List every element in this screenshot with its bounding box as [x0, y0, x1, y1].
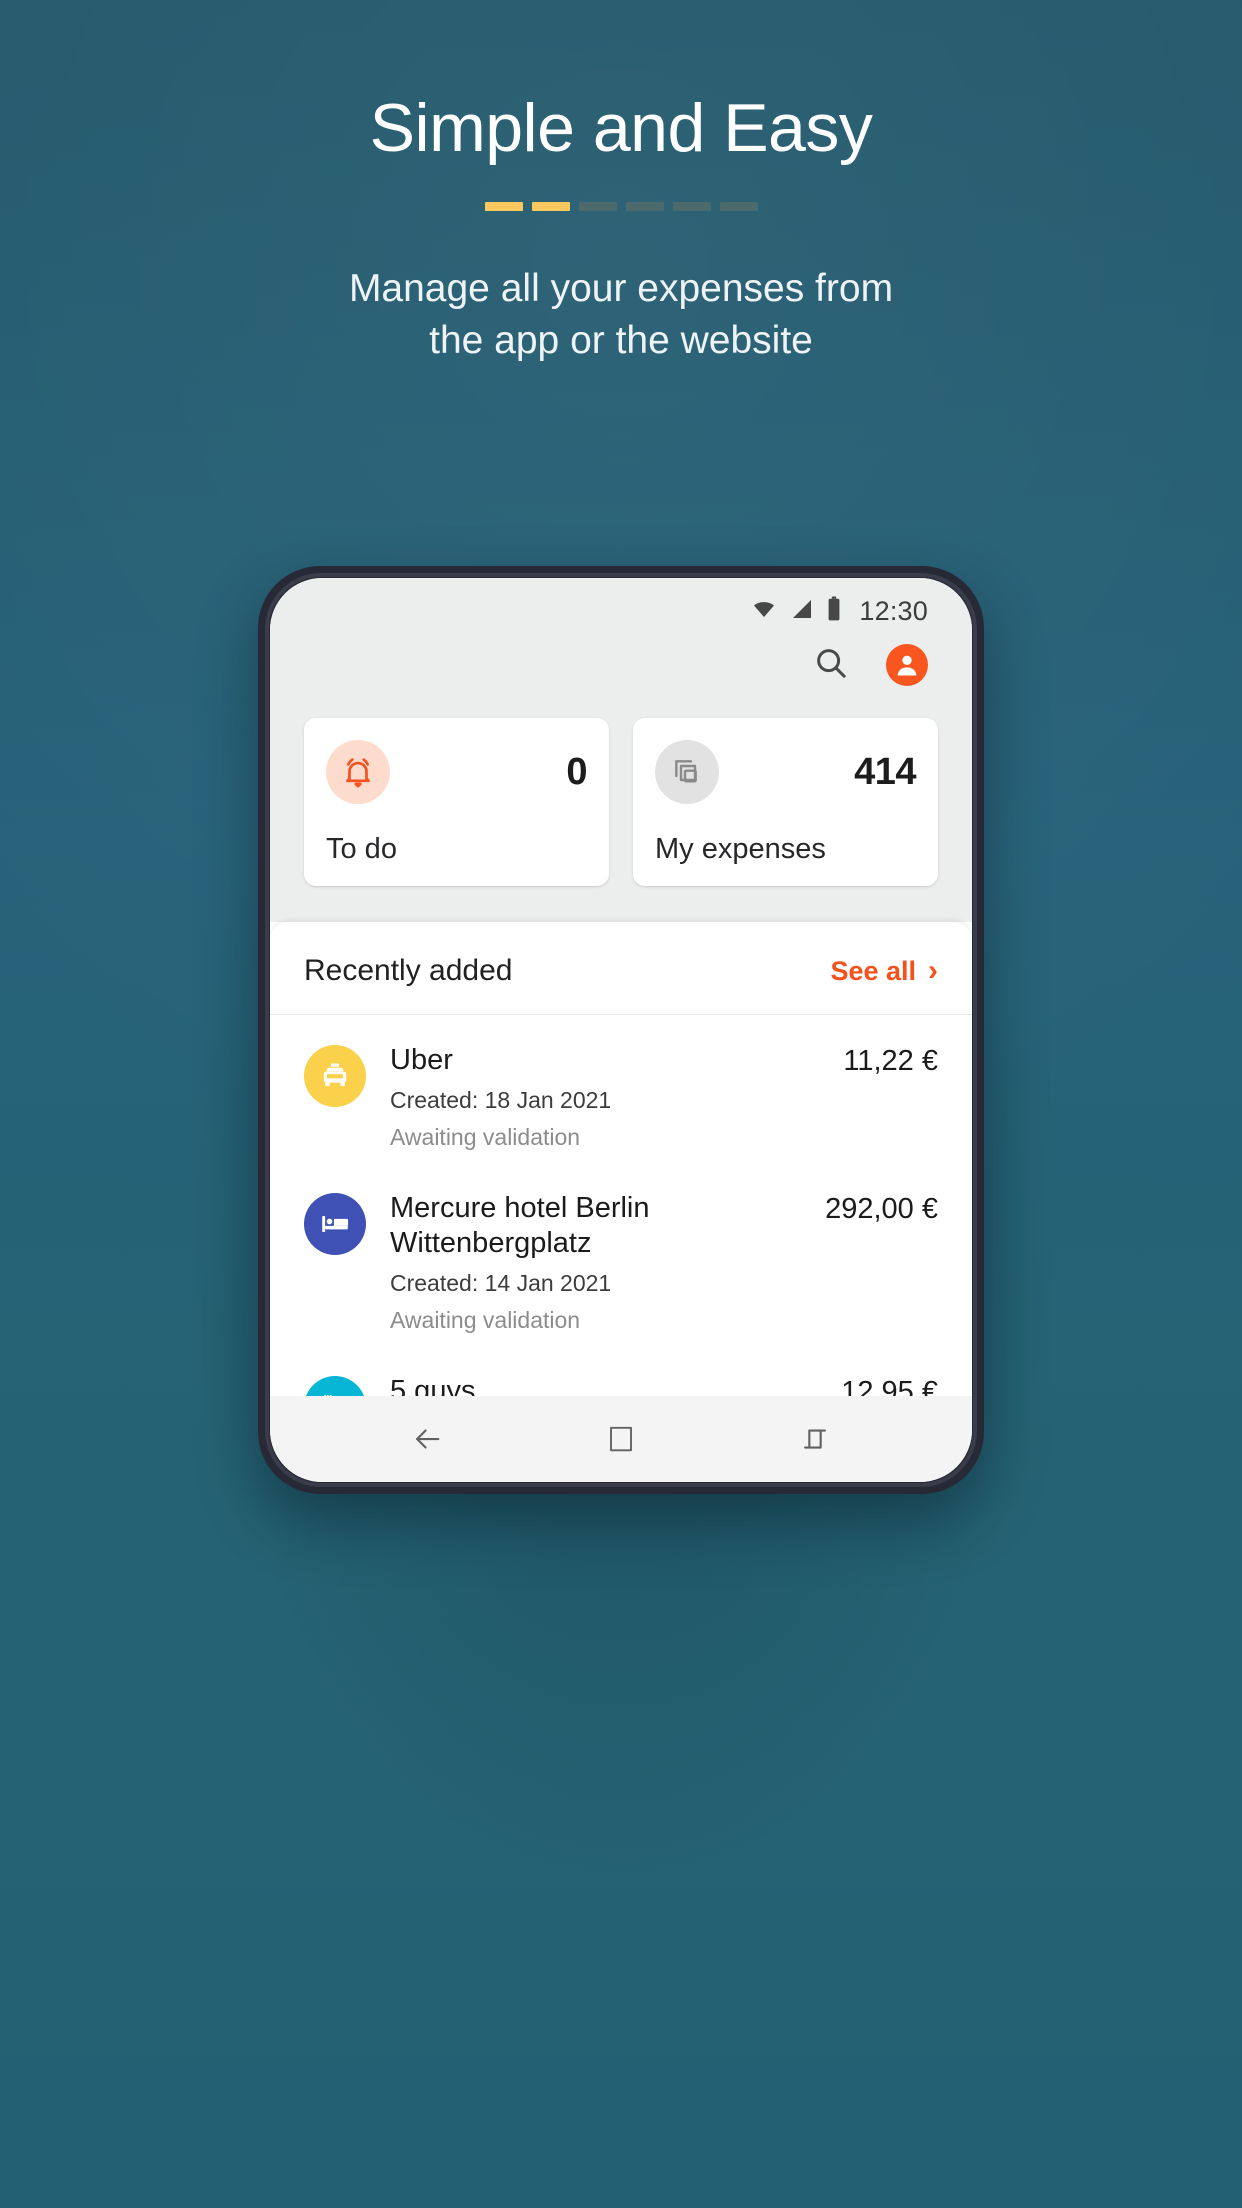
recently-added-header: Recently added See all › — [270, 922, 972, 1015]
stat-card-my-expenses[interactable]: 414 My expenses — [633, 718, 938, 886]
page-title: Simple and Easy — [369, 90, 873, 166]
expense-amount: 292,00 € — [825, 1193, 938, 1225]
promo-subtitle: Manage all your expenses from the app or… — [0, 263, 1242, 367]
expense-name: Uber — [390, 1044, 453, 1076]
status-bar: 12:30 — [270, 578, 972, 634]
chevron-right-icon: › — [928, 954, 938, 987]
expense-amount: 11,22 € — [843, 1045, 938, 1077]
stat-cards: 0 To do 414 My expenses — [270, 696, 972, 922]
account-avatar-icon[interactable] — [886, 644, 928, 686]
stat-card-todo[interactable]: 0 To do — [304, 718, 609, 886]
status-bar-clock: 12:30 — [859, 595, 928, 626]
expense-amount: 12,95 € — [841, 1376, 938, 1396]
see-all-link[interactable]: See all › — [830, 956, 938, 987]
stat-card-todo-label: To do — [326, 833, 397, 865]
wifi-icon — [749, 597, 779, 626]
progress-indicator — [0, 202, 1242, 211]
home-square-icon[interactable] — [576, 1409, 666, 1469]
list-item[interactable]: Uber 11,22 € Created: 18 Jan 2021 Awaiti… — [270, 1021, 972, 1169]
battery-icon — [825, 596, 843, 627]
expense-list: Uber 11,22 € Created: 18 Jan 2021 Awaiti… — [270, 1015, 972, 1396]
android-nav-bar — [270, 1396, 972, 1482]
list-item[interactable]: 5 guys 12,95 € Created: 14 Jan 2021 Awai… — [270, 1352, 972, 1396]
progress-segment-5 — [672, 202, 711, 211]
progress-segment-3 — [578, 202, 617, 211]
progress-segment-6 — [719, 202, 758, 211]
stat-card-my-expenses-label: My expenses — [655, 833, 826, 865]
promo-subtitle-line-2: the app or the website — [429, 319, 813, 362]
expense-created-date: Created: 18 Jan 2021 — [390, 1087, 612, 1113]
expense-created-date: Created: 14 Jan 2021 — [390, 1270, 612, 1296]
see-all-label: See all — [830, 955, 916, 986]
list-item[interactable]: Mercure hotel Berlin Wittenbergplatz 292… — [270, 1169, 972, 1352]
signal-icon — [789, 597, 815, 626]
promo-header: Simple and Easy Manage all your expenses… — [0, 88, 1242, 367]
taxi-icon — [304, 1045, 366, 1107]
app-action-bar — [270, 634, 972, 696]
stat-card-my-expenses-value: 414 — [854, 750, 916, 793]
expense-status: Awaiting validation — [390, 1307, 581, 1333]
recent-apps-icon[interactable] — [770, 1409, 860, 1469]
bed-icon — [304, 1193, 366, 1255]
progress-segment-2 — [531, 202, 570, 211]
app-top-area: 12:30 0 To do 414 My expenses — [270, 578, 972, 922]
stat-card-todo-value: 0 — [566, 750, 587, 793]
progress-segment-4 — [625, 202, 664, 211]
back-arrow-icon[interactable] — [382, 1409, 472, 1469]
expense-name: 5 guys — [390, 1375, 476, 1396]
search-icon[interactable] — [812, 644, 850, 687]
promo-subtitle-line-1: Manage all your expenses from — [348, 267, 894, 310]
expense-name: Mercure hotel Berlin Wittenbergplatz — [390, 1192, 650, 1259]
phone-mockup: 12:30 0 To do 414 My expenses Recently a… — [258, 566, 984, 1494]
bell-icon — [326, 740, 390, 804]
restaurant-icon — [304, 1376, 366, 1396]
recently-added-sheet: Recently added See all › Uber 11,22 € Cr… — [270, 922, 972, 1396]
progress-segment-1 — [484, 202, 523, 211]
copy-layers-icon — [655, 740, 719, 804]
phone-screen: 12:30 0 To do 414 My expenses Recently a… — [270, 578, 972, 1482]
expense-status: Awaiting validation — [390, 1124, 581, 1150]
recently-added-title: Recently added — [304, 954, 513, 987]
